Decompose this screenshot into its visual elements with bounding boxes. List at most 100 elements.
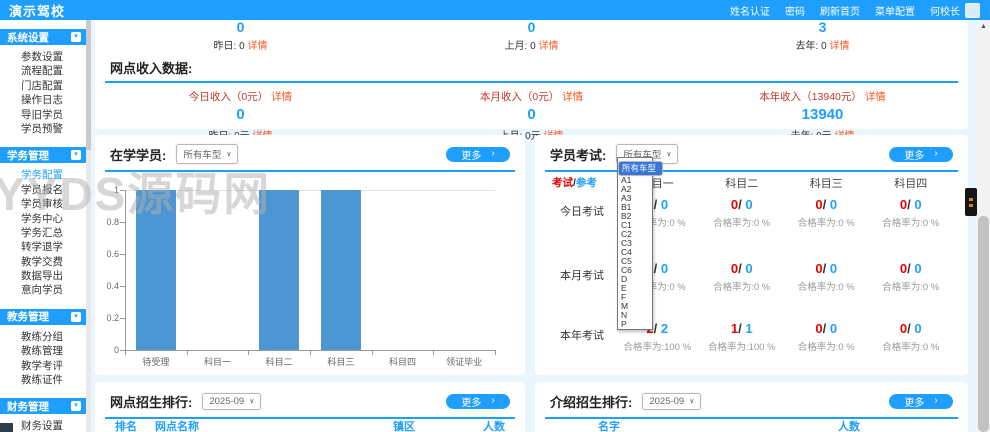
overview-col: 3 去年: 0 详情 (677, 20, 968, 52)
exam-table-row: 本月考试 0/ 0 合格率为:0 % 0/ 0 合格率为:0 % 0/ 0 合格… (550, 257, 953, 293)
sidebar-item[interactable]: 导旧学员 (0, 108, 86, 122)
dropdown-option[interactable]: A2 (618, 185, 652, 194)
dropdown-option[interactable]: C2 (618, 230, 652, 239)
outlet-ranking-header: 网点招生排行: 2025-09 ∨ 更多 › (95, 382, 525, 414)
dropdown-option[interactable]: B2 (618, 212, 652, 221)
sidebar-section-header[interactable]: 财务管理 ▾ (0, 398, 86, 415)
user-menu[interactable]: 何校长 (930, 2, 980, 18)
exam-row-label: 本月考试 (560, 270, 604, 282)
widget-dot-icon (969, 203, 973, 207)
app-header: 演示驾校 姓名认证 密码 刷新首页 菜单配置 何校长 (0, 0, 990, 20)
page-scrollbar[interactable]: ▲ (977, 20, 990, 432)
detail-link[interactable]: 详情 (865, 91, 886, 103)
sidebar-item[interactable]: 流程配置 (0, 64, 86, 78)
dropdown-option[interactable]: M (618, 302, 652, 311)
sidebar-section-header[interactable]: 教务管理 ▾ (0, 308, 86, 325)
user-name: 何校长 (930, 6, 960, 18)
sidebar-item[interactable]: 门店配置 (0, 79, 86, 93)
sidebar-item[interactable]: 操作日志 (0, 93, 86, 107)
exam-count: 0/ 0 (815, 261, 838, 276)
sidebar-section-header[interactable]: 系统设置 ▾ (0, 29, 86, 45)
collapse-icon[interactable]: ▾ (71, 32, 81, 42)
sidebar-item[interactable]: 参数设置 (0, 50, 86, 64)
dropdown-option[interactable]: A1 (618, 176, 652, 185)
dropdown-option[interactable]: 所有车型 (618, 161, 664, 176)
detail-link[interactable]: 详情 (562, 91, 583, 103)
sidebar-scrollbar[interactable] (86, 20, 91, 432)
scrollbar-thumb[interactable] (978, 216, 989, 432)
corner-widget (0, 423, 13, 432)
dropdown-option[interactable]: E (618, 284, 652, 293)
stat-value: 0 (236, 19, 245, 35)
exam-column-header: 科目三 (809, 178, 843, 190)
nav-link[interactable]: 刷新首页 (820, 3, 860, 18)
month-select[interactable]: 2025-09 ∨ (202, 392, 262, 410)
sidebar-item[interactable]: 教学交费 (0, 255, 86, 269)
detail-link[interactable]: 详情 (829, 41, 849, 52)
app-window: 演示驾校 姓名认证 密码 刷新首页 菜单配置 何校长 系统设置 ▾ 参数设置 流程配置门… (0, 0, 990, 432)
dropdown-option[interactable]: P (618, 320, 652, 329)
exam-count: 0/ 0 (899, 261, 922, 276)
sidebar-item[interactable]: 学员报名 (0, 183, 86, 197)
sidebar-item[interactable]: 教练分组 (0, 330, 86, 344)
students-more-button[interactable]: 更多 › (446, 146, 510, 162)
outlet-ranking-title: 网点招生排行: (110, 394, 193, 410)
exams-more-button[interactable]: 更多 › (889, 146, 953, 162)
ranking-column-header: 人数 (838, 421, 860, 432)
arrow-right-icon: › (491, 395, 495, 406)
vehicle-type-select[interactable]: 所有车型 ∨ (176, 144, 239, 164)
dropdown-option[interactable]: A3 (618, 194, 652, 203)
nav-link[interactable]: 密码 (785, 3, 805, 18)
ranking-column-header: 名字 (598, 421, 620, 432)
select-value: 所有车型 (183, 150, 222, 161)
dropdown-option[interactable]: C3 (618, 239, 652, 248)
sidebar-item[interactable]: 学务汇总 (0, 226, 86, 240)
dropdown-option[interactable]: B1 (618, 203, 652, 212)
sidebar-item[interactable]: 学员审核 (0, 197, 86, 211)
collapse-icon[interactable]: ▾ (71, 311, 81, 322)
detail-link[interactable]: 详情 (271, 91, 292, 103)
sidebar-item[interactable]: 转学退学 (0, 240, 86, 254)
sidebar-item[interactable]: 学员预警 (0, 122, 86, 136)
avatar[interactable] (965, 2, 980, 18)
collapse-icon[interactable]: ▾ (71, 401, 81, 412)
sidebar-item[interactable]: 教练证件 (0, 373, 86, 387)
income-value: 0 (236, 106, 245, 123)
month-select[interactable]: 2025-09 ∨ (642, 392, 702, 410)
arrow-right-icon: › (934, 395, 938, 406)
dropdown-option[interactable]: C6 (618, 266, 652, 275)
dropdown-option[interactable]: C1 (618, 221, 652, 230)
dropdown-option[interactable]: D (618, 275, 652, 284)
sidebar-item[interactable]: 学务配置 (0, 168, 86, 182)
sidebar-item[interactable]: 教练管理 (0, 344, 86, 358)
exam-cell: 0/ 0 合格率为:0 % (700, 257, 785, 293)
x-axis-tick (371, 351, 373, 355)
sidebar-item[interactable]: 教学考评 (0, 359, 86, 373)
detail-link[interactable]: 详情 (538, 41, 558, 52)
side-widget[interactable] (965, 188, 977, 216)
nav-link[interactable]: 菜单配置 (875, 3, 915, 18)
more-label: 更多 (904, 397, 925, 409)
collapse-icon[interactable]: ▾ (71, 150, 81, 161)
exam-pass-rate: 合格率为:0 % (882, 282, 940, 293)
outlet-ranking-more-button[interactable]: 更多 › (446, 393, 510, 409)
exam-table-header: 考试/参考 科目一 科目二 科目三 科目四 (550, 175, 953, 191)
sidebar-item[interactable]: 学务中心 (0, 212, 86, 226)
dropdown-option[interactable]: C5 (618, 257, 652, 266)
exams-panel-title: 学员考试: (550, 147, 607, 163)
detail-link[interactable]: 详情 (247, 41, 267, 52)
sidebar-item[interactable]: 意向学员 (0, 283, 86, 297)
dropdown-option[interactable]: F (618, 293, 652, 302)
exam-cell: 1/ 1 合格率为:100 % (700, 317, 785, 353)
panel-overview: 0 昨日: 0 详情 0 上月: 0 详情 3 去年: 0 详情 网点收入数据:… (95, 20, 968, 142)
sidebar-item[interactable]: 数据导出 (0, 269, 86, 283)
overview-row: 0 昨日: 0 详情 0 上月: 0 详情 3 去年: 0 详情 (95, 20, 968, 52)
referral-ranking-more-button[interactable]: 更多 › (889, 393, 953, 409)
y-axis-tick (120, 190, 125, 191)
dropdown-option[interactable]: N (618, 311, 652, 320)
dropdown-option[interactable]: C4 (618, 248, 652, 257)
nav-link[interactable]: 姓名认证 (730, 3, 770, 18)
scroll-up-icon[interactable]: ▲ (977, 20, 990, 33)
sidebar-section-header[interactable]: 学务管理 ▾ (0, 147, 86, 164)
exam-column-header: 科目二 (725, 178, 759, 190)
